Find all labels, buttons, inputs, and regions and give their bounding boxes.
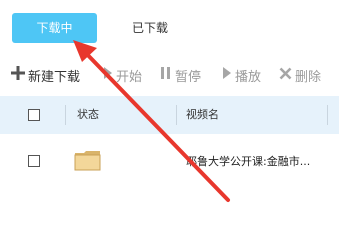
pause-button[interactable]: 暂停 xyxy=(160,62,201,88)
tab-downloading[interactable]: 下载中 xyxy=(12,13,97,43)
column-header-video-name[interactable]: 视频名 xyxy=(186,96,219,134)
toolbar: 新建下载 开始 暂停 播放 删除 xyxy=(0,62,339,88)
start-label: 开始 xyxy=(116,69,143,85)
new-download-button[interactable]: 新建下载 xyxy=(11,62,80,88)
table-header: 状态 视频名 xyxy=(0,96,339,134)
play-label: 播放 xyxy=(235,69,262,85)
delete-label: 删除 xyxy=(295,69,322,85)
folder-icon xyxy=(74,150,101,175)
pause-label: 暂停 xyxy=(175,69,202,85)
plus-icon xyxy=(11,66,25,84)
play-icon xyxy=(222,66,232,84)
play-button[interactable]: 播放 xyxy=(222,62,261,88)
new-download-label: 新建下载 xyxy=(28,69,81,85)
delete-icon xyxy=(279,67,292,84)
start-icon xyxy=(101,66,113,84)
download-tabs: 下载中 已下载 xyxy=(0,0,339,55)
select-all-checkbox[interactable] xyxy=(28,109,40,121)
row-checkbox[interactable] xyxy=(28,155,40,167)
pause-icon xyxy=(160,66,172,84)
start-button[interactable]: 开始 xyxy=(101,62,142,88)
column-header-status[interactable]: 状态 xyxy=(77,96,99,134)
delete-button[interactable]: 删除 xyxy=(279,62,321,88)
column-divider[interactable] xyxy=(327,105,328,125)
table-row[interactable]: 耶鲁大学公开课:金融市... xyxy=(0,140,339,180)
tab-downloaded[interactable]: 已下载 xyxy=(120,13,180,43)
column-divider[interactable] xyxy=(176,105,177,125)
video-name: 耶鲁大学公开课:金融市... xyxy=(186,155,311,168)
column-divider[interactable] xyxy=(65,105,66,125)
